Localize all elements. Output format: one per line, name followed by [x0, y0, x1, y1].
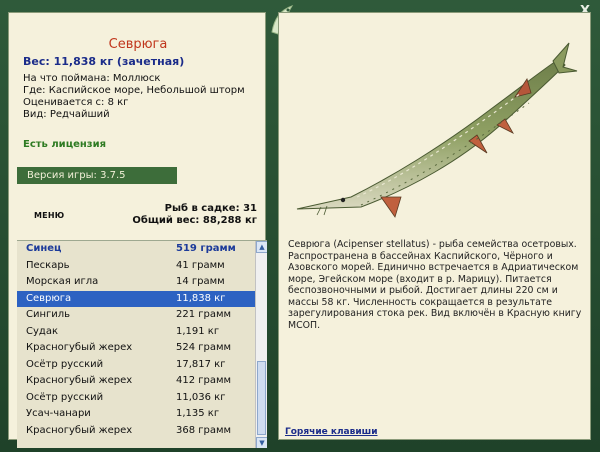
- catch-fish-name: Осётр русский: [26, 391, 104, 403]
- catch-fish-weight: 412 грамм: [176, 375, 232, 386]
- catch-list-scrollbar[interactable]: ▲ ▼: [255, 241, 267, 448]
- hotkeys-link[interactable]: Горячие клавиши: [285, 427, 378, 437]
- catch-info-panel: Севрюга Вес: 11,838 кг (зачетная) На что…: [8, 12, 267, 448]
- catch-list-row[interactable]: Сингиль 221 грамм: [17, 307, 255, 324]
- catch-fish-weight: 221 грамм: [176, 309, 232, 320]
- catch-fish-weight: 11,838 кг: [176, 292, 226, 304]
- catch-list-row[interactable]: Осётр русский 17,817 кг: [17, 357, 255, 374]
- fish-bait: На что поймана: Моллюск: [23, 73, 161, 84]
- catch-list-rows: Синец 519 грамм Пескарь 41 грамм Морская игл…: [17, 241, 267, 439]
- catch-list-row[interactable]: Красногубый жерех 524 грамм: [17, 340, 255, 357]
- catch-list: Синец 519 грамм Пескарь 41 грамм Морская игл…: [17, 240, 267, 448]
- catch-list-row[interactable]: Севрюга 11,838 кг: [17, 290, 255, 307]
- catch-fish-weight: 41 грамм: [176, 259, 225, 271]
- scroll-thumb[interactable]: [257, 361, 266, 435]
- catch-list-row[interactable]: Красногубый жерех 412 грамм: [17, 373, 255, 390]
- arrow-up-icon[interactable]: ▲: [256, 241, 267, 253]
- sturgeon-image: [296, 42, 578, 218]
- catch-fish-weight: 11,036 кг: [176, 391, 226, 403]
- catch-fish-name: Сингиль: [26, 309, 71, 320]
- catch-fish-weight: 1,135 кг: [176, 408, 220, 419]
- catch-fish-weight: 14 грамм: [176, 276, 225, 287]
- catch-fish-name: Судак: [26, 325, 58, 337]
- catch-fish-weight: 524 грамм: [176, 342, 232, 353]
- catch-list-row[interactable]: Красногубый жерех 368 грамм: [17, 423, 255, 440]
- fish-details-panel: Севрюга (Acipenser stellatus) - рыба сем…: [278, 12, 591, 440]
- game-version: Версия игры: 3.7.5: [17, 167, 177, 184]
- menu-button[interactable]: МЕНЮ: [34, 211, 64, 220]
- catch-list-row[interactable]: Судак 1,191 кг: [17, 324, 255, 341]
- catch-fish-name: Синец: [26, 243, 62, 254]
- catch-list-row[interactable]: Морская игла 14 грамм: [17, 274, 255, 291]
- fish-weight: Вес: 11,838 кг (зачетная): [23, 55, 185, 68]
- catch-fish-name: Красногубый жерех: [26, 424, 133, 436]
- catch-fish-name: Красногубый жерех: [26, 342, 133, 353]
- catch-list-row[interactable]: Синец 519 грамм: [17, 241, 255, 258]
- total-weight: Общий вес: 88,288 кг: [132, 215, 257, 226]
- catch-fish-weight: 519 грамм: [176, 243, 236, 254]
- fish-value: Оценивается с: 8 кг: [23, 97, 129, 108]
- fish-name: Севрюга: [108, 37, 168, 52]
- catch-fish-name: Пескарь: [26, 259, 70, 271]
- catch-fish-name: Усач-чанари: [26, 408, 91, 419]
- catch-list-row[interactable]: Усач-чанари 1,135 кг: [17, 406, 255, 423]
- catch-list-row[interactable]: Пескарь 41 грамм: [17, 258, 255, 275]
- catch-list-row[interactable]: Осётр русский 11,036 кг: [17, 390, 255, 407]
- catch-fish-name: Морская игла: [26, 276, 99, 287]
- fish-description: Севрюга (Acipenser stellatus) - рыба сем…: [288, 239, 582, 331]
- catch-fish-weight: 17,817 кг: [176, 358, 226, 370]
- fish-place: Где: Каспийское море, Небольшой шторм: [23, 85, 245, 96]
- catch-fish-weight: 1,191 кг: [176, 325, 220, 337]
- catch-fish-name: Осётр русский: [26, 358, 104, 370]
- fish-count: Рыб в садке: 31: [164, 203, 257, 214]
- catch-totals: Рыб в садке: 31 Общий вес: 88,288 кг: [132, 203, 257, 227]
- license-status: Есть лицензия: [23, 139, 107, 150]
- catch-fish-name: Севрюга: [26, 292, 72, 304]
- fish-kind: Вид: Редчайший: [23, 109, 110, 120]
- catch-fish-weight: 368 грамм: [176, 424, 232, 436]
- catch-fish-name: Красногубый жерех: [26, 375, 133, 386]
- arrow-down-icon[interactable]: ▼: [256, 437, 267, 448]
